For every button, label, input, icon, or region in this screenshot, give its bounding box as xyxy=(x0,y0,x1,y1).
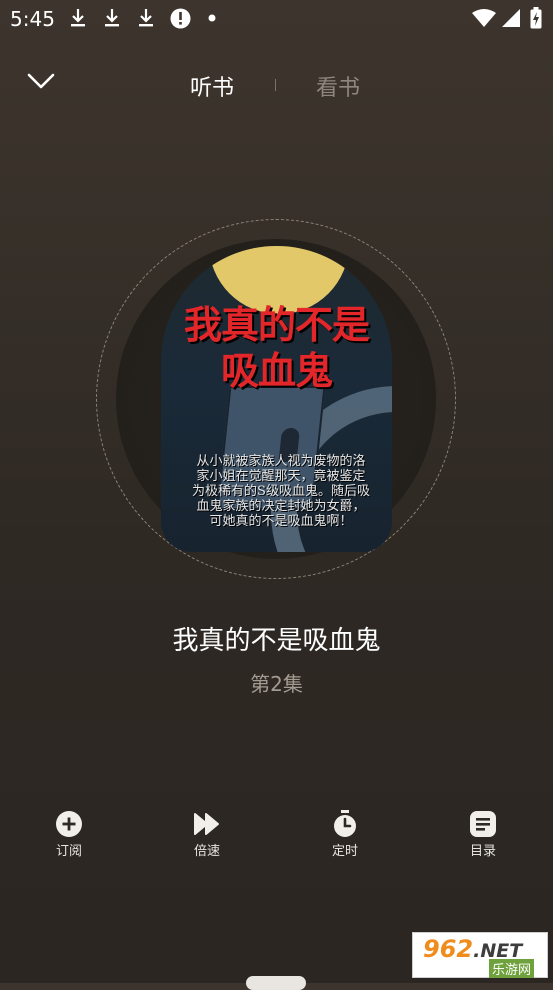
action-bar: 订阅 倍速 定时 目录 xyxy=(0,806,553,866)
download-icon xyxy=(139,9,153,27)
alert-icon xyxy=(170,8,191,29)
watermark-site: 乐游网 xyxy=(489,959,535,978)
timer-label: 定时 xyxy=(331,844,358,859)
plus-circle-icon xyxy=(56,811,82,837)
speed-label: 倍速 xyxy=(193,844,220,859)
episode-label: 第2集 xyxy=(250,672,303,696)
list-icon xyxy=(470,811,496,837)
tab-listen[interactable]: 听书 xyxy=(190,70,234,102)
player-header: 听书 看书 xyxy=(0,60,553,110)
catalog-button[interactable]: 目录 xyxy=(443,806,523,859)
tab-read[interactable]: 看书 xyxy=(316,70,360,102)
dot-icon xyxy=(208,14,216,22)
download-icon xyxy=(71,9,85,27)
home-indicator[interactable] xyxy=(246,976,306,990)
cover-blurb: 从小就被家族人视为废物的洛家小姐在觉醒那天，竟被鉴定为极稀有的S级吸血鬼。随后吸… xyxy=(192,454,370,529)
fast-forward-icon xyxy=(194,813,219,835)
timer-icon xyxy=(334,810,356,837)
battery-charging-icon xyxy=(530,7,542,29)
catalog-label: 目录 xyxy=(469,844,496,859)
speed-button[interactable]: 倍速 xyxy=(167,806,247,859)
book-cover[interactable]: 我真的不是 吸血鬼 从小就被家族人视为废物的洛家小姐在觉醒那天，竟被鉴定为极稀有… xyxy=(161,246,392,552)
status-time: 5:45 xyxy=(10,7,55,31)
signal-icon xyxy=(502,9,520,27)
subscribe-button[interactable]: 订阅 xyxy=(29,806,109,859)
subscribe-label: 订阅 xyxy=(55,844,82,859)
timer-button[interactable]: 定时 xyxy=(305,806,385,859)
cover-title-line2: 吸血鬼 xyxy=(220,348,333,393)
watermark-logo: 962.NET 乐游网 xyxy=(412,932,548,978)
chevron-down-icon[interactable] xyxy=(27,72,55,90)
download-icon xyxy=(105,9,119,27)
wifi-icon xyxy=(472,9,496,27)
tab-divider xyxy=(275,79,276,91)
status-bar: 5:45 xyxy=(0,0,553,38)
book-title: 我真的不是吸血鬼 xyxy=(172,626,381,656)
